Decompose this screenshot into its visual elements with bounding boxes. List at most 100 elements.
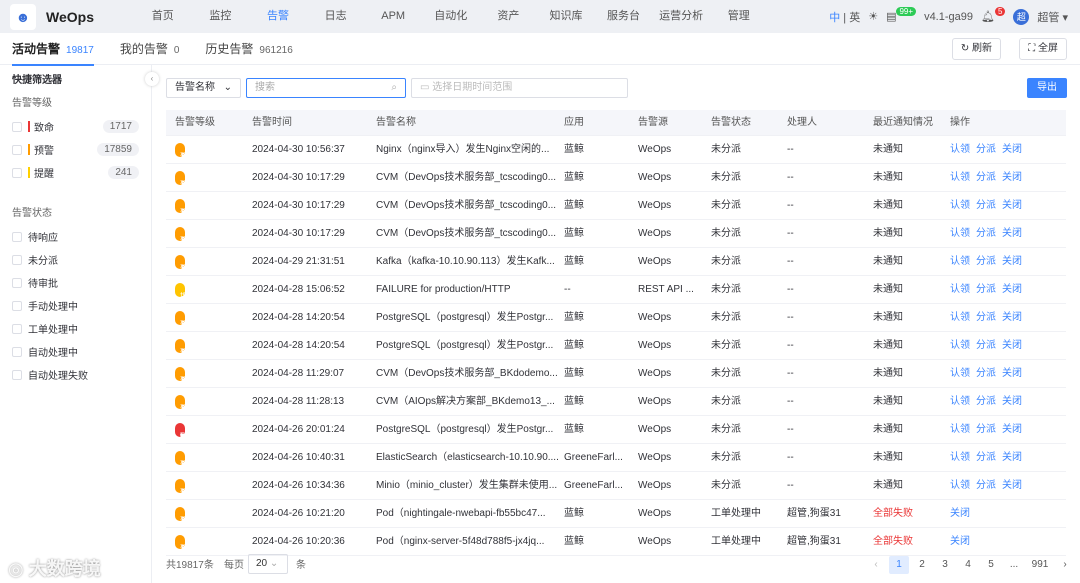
checkbox[interactable]	[12, 369, 22, 380]
op-link[interactable]: 分派	[976, 332, 996, 360]
status-filter[interactable]: 自动处理失败	[12, 363, 139, 386]
status-filter[interactable]: 工单处理中	[12, 317, 139, 340]
op-link[interactable]: 认领	[950, 472, 970, 500]
op-link[interactable]: 分派	[976, 360, 996, 388]
table-row[interactable]: ♜ 预警 2024-04-26 10:40:31 ElasticSearch（e…	[166, 444, 1066, 472]
op-link[interactable]: 关闭	[950, 500, 970, 528]
status-filter[interactable]: 未分派	[12, 248, 139, 271]
op-link[interactable]: 认领	[950, 248, 970, 276]
op-link[interactable]: 关闭	[1002, 472, 1022, 500]
op-link[interactable]: 认领	[950, 332, 970, 360]
table-row[interactable]: ♜ 预警 2024-04-26 10:20:36 Pod（nginx-serve…	[166, 528, 1066, 556]
op-link[interactable]: 关闭	[1002, 332, 1022, 360]
op-link[interactable]: 分派	[976, 220, 996, 248]
op-link[interactable]: 分派	[976, 276, 996, 304]
refresh-button[interactable]: ↻ 刷新	[951, 38, 1001, 60]
op-link[interactable]: 关闭	[1002, 136, 1022, 164]
theme-sun-icon[interactable]: ☀	[868, 10, 878, 23]
checkbox[interactable]	[12, 231, 22, 242]
alert-name[interactable]: PostgreSQL（postgresql）发生Postgr...	[376, 416, 553, 444]
op-link[interactable]: 分派	[976, 192, 996, 220]
message-icon[interactable]: ▤ 99+	[886, 7, 917, 23]
alert-name[interactable]: PostgreSQL（postgresql）发生Postgr...	[376, 304, 553, 332]
alert-name[interactable]: CVM（DevOps技术服务部_BKdodemo...	[376, 360, 558, 388]
level-filter[interactable]: 预警 17859	[12, 138, 139, 161]
bell-icon[interactable]: 🔔︎ 5	[981, 7, 1006, 23]
table-row[interactable]: ♜ 预警 2024-04-30 10:17:29 CVM（DevOps技术服务部…	[166, 220, 1066, 248]
nav-item[interactable]: 运营分析	[652, 0, 710, 33]
op-link[interactable]: 分派	[976, 304, 996, 332]
op-link[interactable]: 认领	[950, 444, 970, 472]
op-link[interactable]: 关闭	[1002, 304, 1022, 332]
avatar[interactable]: 超	[1013, 8, 1030, 25]
op-link[interactable]: 分派	[976, 472, 996, 500]
table-row[interactable]: ♜ 预警 2024-04-26 10:34:36 Minio（minio_clu…	[166, 472, 1066, 500]
alert-name[interactable]: CVM（AIOps解决方案部_BKdemo13_...	[376, 388, 555, 416]
op-link[interactable]: 认领	[950, 164, 970, 192]
checkbox[interactable]	[12, 346, 22, 357]
page-button[interactable]: 5	[981, 556, 1001, 574]
next-page-icon[interactable]: ›	[1055, 556, 1075, 574]
user-menu[interactable]: 超管 ▾	[1037, 9, 1068, 25]
language-switch[interactable]: 中 | 英	[829, 9, 860, 25]
nav-item[interactable]: 服务台	[595, 0, 653, 33]
table-row[interactable]: ⛊ 致命 2024-04-26 20:01:24 PostgreSQL（post…	[166, 416, 1066, 444]
table-row[interactable]: ▲ 提醒 2024-04-28 15:06:52 FAILURE for pro…	[166, 276, 1066, 304]
tab-my-alerts[interactable]: 我的告警 0	[120, 33, 180, 65]
nav-item[interactable]: 知识库	[537, 0, 595, 33]
op-link[interactable]: 关闭	[1002, 164, 1022, 192]
op-link[interactable]: 认领	[950, 192, 970, 220]
op-link[interactable]: 分派	[976, 248, 996, 276]
alert-name[interactable]: Pod（nightingale-nwebapi-fb55bc47...	[376, 500, 546, 528]
table-row[interactable]: ♜ 预警 2024-04-28 11:29:07 CVM（DevOps技术服务部…	[166, 360, 1066, 388]
checkbox[interactable]	[12, 277, 22, 288]
table-row[interactable]: ♜ 预警 2024-04-26 10:21:20 Pod（nightingale…	[166, 500, 1066, 528]
fullscreen-button[interactable]: ⛶ 全屏	[1019, 38, 1067, 60]
checkbox[interactable]	[12, 323, 22, 334]
tab-history-alerts[interactable]: 历史告警 961216	[205, 33, 292, 65]
nav-item[interactable]: APM	[364, 0, 422, 33]
table-row[interactable]: ♜ 预警 2024-04-28 11:28:13 CVM（AIOps解决方案部_…	[166, 388, 1066, 416]
alert-name[interactable]: Minio（minio_cluster）发生集群未使用...	[376, 472, 557, 500]
tab-active-alerts[interactable]: 活动告警 19817	[12, 33, 94, 66]
status-filter[interactable]: 手动处理中	[12, 294, 139, 317]
op-link[interactable]: 关闭	[1002, 276, 1022, 304]
prev-page-icon[interactable]: ‹	[866, 556, 886, 574]
page-button[interactable]: 3	[935, 556, 955, 574]
date-range-picker[interactable]: ▭ 选择日期时间范围	[411, 78, 628, 98]
table-row[interactable]: ♜ 预警 2024-04-30 10:56:37 Nginx（nginx导入）发…	[166, 136, 1066, 164]
table-row[interactable]: ♜ 预警 2024-04-28 14:20:54 PostgreSQL（post…	[166, 304, 1066, 332]
page-button[interactable]: 4	[958, 556, 978, 574]
search-field-select[interactable]: 告警名称 ⌄	[166, 78, 241, 98]
alert-name[interactable]: FAILURE for production/HTTP	[376, 276, 511, 304]
alert-name[interactable]: Pod（nginx-server-5f48d788f5-jx4jq...	[376, 528, 544, 556]
op-link[interactable]: 认领	[950, 304, 970, 332]
op-link[interactable]: 分派	[976, 388, 996, 416]
per-page-select[interactable]: 20 ⌄	[248, 554, 288, 574]
op-link[interactable]: 分派	[976, 164, 996, 192]
alert-name[interactable]: CVM（DevOps技术服务部_tcscoding0...	[376, 164, 556, 192]
op-link[interactable]: 认领	[950, 416, 970, 444]
nav-item[interactable]: 告警	[249, 0, 307, 33]
op-link[interactable]: 关闭	[1002, 192, 1022, 220]
op-link[interactable]: 分派	[976, 444, 996, 472]
nav-item[interactable]: 监控	[192, 0, 250, 33]
page-button[interactable]: 991	[1027, 556, 1053, 574]
op-link[interactable]: 关闭	[1002, 416, 1022, 444]
nav-item[interactable]: 首页	[134, 0, 192, 33]
op-link[interactable]: 关闭	[1002, 220, 1022, 248]
page-button[interactable]: 2	[912, 556, 932, 574]
op-link[interactable]: 认领	[950, 136, 970, 164]
search-input[interactable]: 搜索 ⌕	[246, 78, 406, 98]
checkbox[interactable]	[12, 167, 22, 178]
checkbox[interactable]	[12, 254, 22, 265]
op-link[interactable]: 认领	[950, 276, 970, 304]
alert-name[interactable]: CVM（DevOps技术服务部_tcscoding0...	[376, 192, 556, 220]
nav-item[interactable]: 资产	[480, 0, 538, 33]
table-row[interactable]: ♜ 预警 2024-04-28 14:20:54 PostgreSQL（post…	[166, 332, 1066, 360]
alert-name[interactable]: PostgreSQL（postgresql）发生Postgr...	[376, 332, 553, 360]
status-filter[interactable]: 自动处理中	[12, 340, 139, 363]
table-row[interactable]: ♜ 预警 2024-04-30 10:17:29 CVM（DevOps技术服务部…	[166, 164, 1066, 192]
table-row[interactable]: ♜ 预警 2024-04-29 21:31:51 Kafka（kafka-10.…	[166, 248, 1066, 276]
weops-logo-icon[interactable]: ☻	[10, 3, 36, 30]
